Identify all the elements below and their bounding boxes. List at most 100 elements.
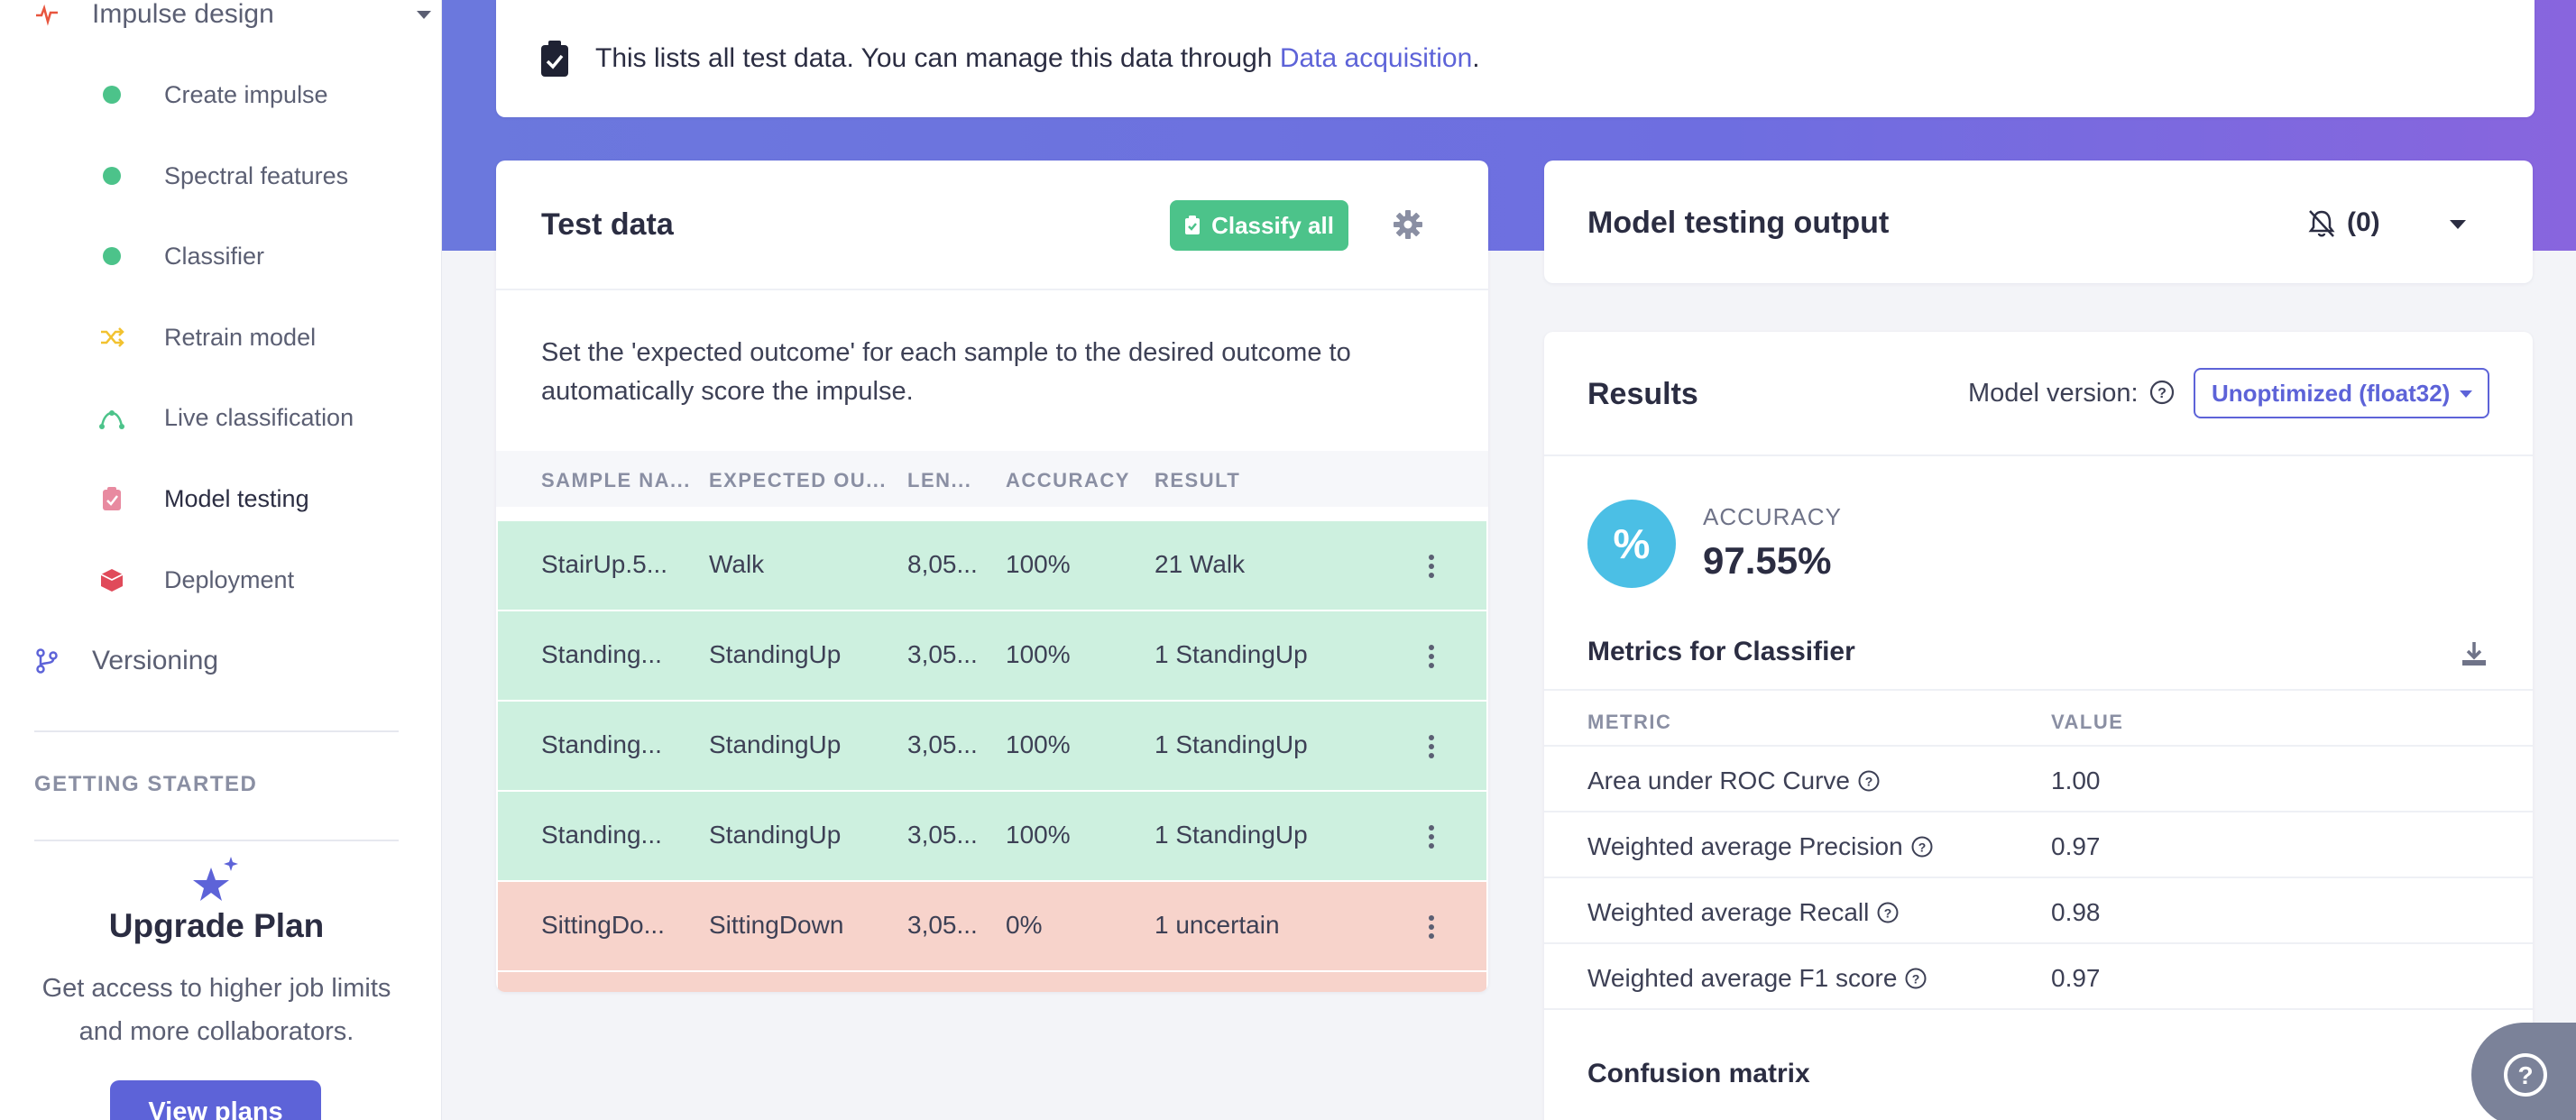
- table-row: [498, 972, 1486, 992]
- pulse-icon: [34, 2, 60, 27]
- sample-name: Standing...: [541, 821, 662, 849]
- data-acquisition-link[interactable]: Data acquisition: [1280, 43, 1472, 73]
- metric-value: 1.00: [2051, 767, 2101, 794]
- column-header: VALUE: [2051, 711, 2124, 733]
- classify-all-button[interactable]: Classify all: [1170, 200, 1348, 251]
- expected-outcome: SittingDown: [709, 911, 844, 939]
- kebab-menu-icon[interactable]: [1427, 824, 1436, 849]
- model-version-select[interactable]: Unoptimized (float32): [2194, 368, 2489, 418]
- sidebar-item-label: Spectral features: [164, 161, 349, 189]
- sidebar-item-model-testing[interactable]: Model testing: [99, 479, 309, 519]
- classify-all-label: Classify all: [1211, 211, 1334, 239]
- branch-icon: [34, 648, 60, 674]
- svg-text:?: ?: [1884, 906, 1892, 921]
- sidebar-item-impulse-design[interactable]: Impulse design: [34, 0, 431, 32]
- help-chat-button[interactable]: ?: [2471, 1023, 2576, 1120]
- help-icon[interactable]: ?: [1910, 835, 1934, 858]
- kebab-menu-icon[interactable]: [1427, 734, 1436, 759]
- column-header[interactable]: LEN...: [907, 469, 971, 492]
- model-version-value: Unoptimized (float32): [2212, 379, 2451, 407]
- sample-accuracy: 100%: [1006, 730, 1071, 758]
- metrics-table-header: METRIC VALUE: [1544, 689, 2533, 747]
- kebab-menu-icon[interactable]: [1427, 914, 1436, 940]
- sample-name: Standing...: [541, 640, 662, 668]
- metric-name: Weighted average Precision ?: [1587, 832, 1934, 861]
- test-data-card: Test data Classify all Set the 'expected…: [496, 161, 1488, 992]
- metric-row: Weighted average Recall ? 0.98: [1544, 878, 2533, 944]
- view-plans-button[interactable]: View plans: [110, 1080, 321, 1120]
- gear-icon[interactable]: [1393, 209, 1423, 240]
- status-dot-icon: [99, 163, 124, 188]
- clipboard-check-icon: [99, 486, 124, 511]
- caret-down-icon[interactable]: [2448, 218, 2468, 231]
- sidebar-item-classifier[interactable]: Classifier: [99, 236, 264, 276]
- sample-result: 1 StandingUp: [1155, 730, 1308, 758]
- sample-result: 1 StandingUp: [1155, 640, 1308, 668]
- sidebar-item-label: Impulse design: [92, 0, 274, 29]
- sidebar-item-deployment[interactable]: Deployment: [99, 560, 294, 600]
- divider: [496, 289, 1488, 290]
- bell-off-icon[interactable]: [2305, 207, 2338, 240]
- status-dot-icon: [99, 82, 124, 107]
- clipboard-check-icon: [1185, 216, 1201, 234]
- metric-row: Area under ROC Curve ? 1.00: [1544, 747, 2533, 812]
- test-data-description: Set the 'expected outcome' for each samp…: [541, 338, 1351, 406]
- sidebar: Impulse design Create impulse Spectral f…: [0, 0, 442, 1120]
- sidebar-item-versioning[interactable]: Versioning: [34, 643, 218, 679]
- metric-value: 0.98: [2051, 898, 2101, 926]
- table-row[interactable]: Standing... StandingUp 3,05... 100% 1 St…: [498, 611, 1486, 700]
- notice-body: This lists all test data. You can manage…: [595, 43, 1280, 73]
- svg-text:?: ?: [2517, 1061, 2533, 1089]
- table-row[interactable]: SittingDo... SittingDown 3,05... 0% 1 un…: [498, 882, 1486, 970]
- table-row[interactable]: Standing... StandingUp 3,05... 100% 1 St…: [498, 702, 1486, 790]
- kebab-menu-icon[interactable]: [1427, 554, 1436, 579]
- notice-suffix: .: [1472, 43, 1480, 73]
- sample-result: 1 StandingUp: [1155, 821, 1308, 849]
- sidebar-item-spectral-features[interactable]: Spectral features: [99, 156, 348, 196]
- sidebar-item-live-classification[interactable]: Live classification: [99, 398, 354, 437]
- table-row[interactable]: Standing... StandingUp 3,05... 100% 1 St…: [498, 792, 1486, 880]
- metric-row: Weighted average F1 score ? 0.97: [1544, 944, 2533, 1010]
- sidebar-item-create-impulse[interactable]: Create impulse: [99, 75, 328, 115]
- shuffle-icon: [99, 325, 124, 350]
- sidebar-item-label: Retrain model: [164, 323, 317, 351]
- help-icon[interactable]: ?: [1904, 967, 1927, 990]
- clipboard-check-icon: [541, 41, 568, 77]
- metric-value: 0.97: [2051, 832, 2101, 860]
- expected-outcome: Walk: [709, 550, 765, 578]
- chevron-down-icon[interactable]: [413, 5, 435, 23]
- help-icon[interactable]: ?: [2148, 379, 2176, 406]
- section-heading: GETTING STARTED: [34, 772, 258, 796]
- help-icon[interactable]: ?: [1876, 901, 1900, 924]
- column-header[interactable]: RESULT: [1155, 469, 1240, 492]
- help-icon[interactable]: ?: [1857, 769, 1881, 793]
- model-testing-output-card: Model testing output (0): [1544, 161, 2533, 283]
- info-notice: This lists all test data. You can manage…: [496, 0, 2535, 117]
- cube-icon: [99, 567, 124, 592]
- column-header[interactable]: ACCURACY: [1006, 469, 1130, 492]
- kebab-menu-icon[interactable]: [1427, 644, 1436, 669]
- sidebar-item-label: Model testing: [164, 484, 309, 512]
- curve-icon: [99, 405, 124, 430]
- sidebar-item-retrain-model[interactable]: Retrain model: [99, 317, 316, 357]
- confusion-matrix-title: Confusion matrix: [1587, 1059, 1810, 1088]
- sample-accuracy: 0%: [1006, 911, 1043, 939]
- svg-text:?: ?: [1912, 972, 1920, 987]
- divider: [34, 730, 399, 732]
- column-header: METRIC: [1587, 711, 1672, 733]
- column-header[interactable]: EXPECTED OU...: [709, 469, 887, 492]
- sample-length: 3,05...: [907, 821, 978, 849]
- metric-name-text: Weighted average Recall: [1587, 898, 1870, 926]
- results-card: Results Model version: ? Unoptimized (fl…: [1544, 332, 2533, 1120]
- metrics-title: Metrics for Classifier: [1587, 637, 1855, 666]
- divider: [34, 840, 399, 841]
- column-header[interactable]: SAMPLE NA...: [541, 469, 691, 492]
- sample-length: 3,05...: [907, 730, 978, 758]
- metric-name-text: Weighted average F1 score: [1587, 964, 1898, 992]
- table-row[interactable]: StairUp.5... Walk 8,05... 100% 21 Walk: [498, 521, 1486, 610]
- download-icon[interactable]: [2459, 638, 2489, 669]
- output-title: Model testing output: [1587, 206, 1890, 240]
- upgrade-title: Upgrade Plan: [108, 907, 325, 944]
- sample-name: Standing...: [541, 730, 662, 758]
- question-icon: ?: [2504, 1053, 2547, 1097]
